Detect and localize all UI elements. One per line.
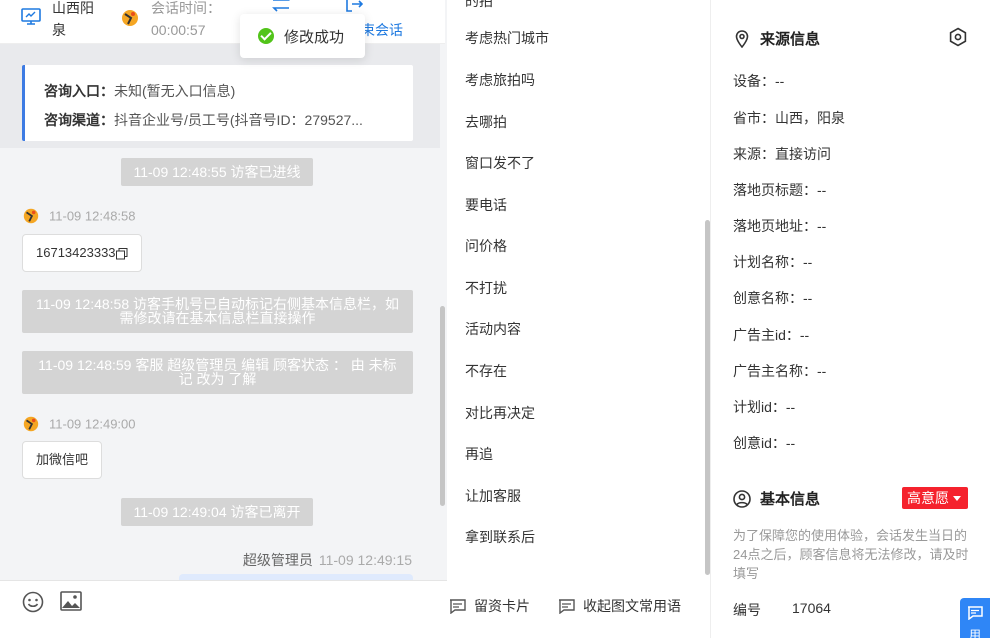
message-icon <box>559 598 575 614</box>
quick-reply-item[interactable]: 再追 <box>465 444 493 464</box>
plan-id-field: 计划id：-- <box>733 399 796 415</box>
consult-info-area: 咨询入口：未知(暂无入口信息) 咨询渠道：抖音企业号/员工号(抖音号ID：279… <box>0 44 440 148</box>
quick-reply-footer: 留资卡片 收起图文常用语 <box>447 580 710 638</box>
consult-info-card: 咨询入口：未知(暂无入口信息) 咨询渠道：抖音企业号/员工号(抖音号ID：279… <box>22 65 413 141</box>
visitor-avatar-icon <box>122 10 138 26</box>
quick-reply-panel: 的拍 考虑热门城市 考虑旅拍吗 去哪拍 窗口发不了 要电话 问价格 不打扰 活动… <box>447 0 711 638</box>
quick-reply-scrollbar[interactable] <box>705 220 710 575</box>
chat-panel: 山西阳泉 会话时间： 00:00:57 束会话 修改成功 咨询入口：未知(暂无入… <box>0 0 447 638</box>
exit-icon[interactable] <box>345 0 363 12</box>
chat-header: 山西阳泉 会话时间： 00:00:57 束会话 <box>0 0 445 44</box>
system-message: 11-09 12:48:55 访客已进线 <box>121 158 313 186</box>
system-message: 11-09 12:48:58 访客手机号已自动标记右侧基本信息栏，如需修改请在基… <box>22 290 413 333</box>
quick-reply-item[interactable]: 不打扰 <box>465 278 507 298</box>
settings-icon[interactable] <box>948 27 968 47</box>
collapse-phrases-button[interactable]: 收起图文常用语 <box>558 596 681 616</box>
location-pin-icon <box>735 29 749 48</box>
user-circle-icon <box>733 489 751 508</box>
consult-channel: 咨询渠道：抖音企业号/员工号(抖音号ID：279527... <box>44 112 363 128</box>
plan-name-field: 计划名称：-- <box>733 254 813 270</box>
visitor-message-bubble[interactable]: 16713423333 <box>22 234 142 272</box>
quick-reply-item[interactable]: 让加客服 <box>465 486 521 506</box>
advertiser-name-field: 广告主名称：-- <box>733 363 827 379</box>
visitor-location: 山西阳泉 <box>52 0 94 38</box>
system-message: 11-09 12:49:04 访客已离开 <box>121 498 313 526</box>
advertiser-id-field: 广告主id：-- <box>733 327 810 343</box>
floating-chat-button[interactable]: 用 <box>960 598 990 638</box>
lead-card-button[interactable]: 留资卡片 <box>449 596 530 616</box>
number-value: 17064 <box>792 600 831 616</box>
transfer-icon[interactable] <box>271 0 291 12</box>
visitor-avatar-icon <box>23 208 39 224</box>
visitor-message-bubble[interactable]: 加微信吧 <box>22 441 103 479</box>
device-field: 设备：-- <box>733 73 785 89</box>
end-session-button[interactable]: 束会话 <box>361 20 403 40</box>
source-field: 来源：直接访问 <box>733 146 831 162</box>
landing-url-field: 落地页地址：-- <box>733 218 827 234</box>
emoji-icon[interactable] <box>22 591 44 613</box>
chat-input-toolbar <box>0 580 447 638</box>
image-icon[interactable] <box>60 591 82 611</box>
toast-message: 修改成功 <box>284 29 345 46</box>
quick-reply-item[interactable]: 不存在 <box>465 361 507 381</box>
visitor-message-meta: 11-09 12:49:00 <box>22 415 136 435</box>
creative-id-field: 创意id：-- <box>733 435 796 451</box>
landing-title-field: 落地页标题：-- <box>733 182 827 198</box>
basic-info-title: 基本信息 <box>733 488 820 509</box>
quick-reply-item[interactable]: 的拍 <box>465 0 493 11</box>
monitor-icon <box>21 8 41 25</box>
quick-reply-item[interactable]: 对比再决定 <box>465 403 535 423</box>
visitor-message-meta: 11-09 12:48:58 <box>22 207 136 227</box>
quick-reply-item[interactable]: 考虑热门城市 <box>465 28 549 48</box>
edit-notice: 为了保障您的使用体验，会话发生当日的24点之后，顾客信息将无法修改，请及时填写 <box>733 528 969 581</box>
province-field: 省市：山西，阳泉 <box>733 110 845 126</box>
quick-reply-item[interactable]: 拿到联系后 <box>465 527 535 547</box>
session-time: 会话时间： 00:00:57 <box>151 0 221 38</box>
quick-reply-item[interactable]: 窗口发不了 <box>465 153 535 173</box>
success-toast: 修改成功 <box>240 14 365 58</box>
number-label: 编号 <box>733 602 761 618</box>
quick-reply-item[interactable]: 活动内容 <box>465 319 521 339</box>
chat-scrollbar[interactable] <box>440 306 445 506</box>
consult-entry: 咨询入口：未知(暂无入口信息) <box>44 83 236 99</box>
system-message: 11-09 12:48:59 客服 超级管理员 编辑 顾客状态 ： 由 未标记 … <box>22 351 413 394</box>
quick-reply-item[interactable]: 考虑旅拍吗 <box>465 70 535 90</box>
copy-icon[interactable] <box>115 247 128 260</box>
agent-message-meta: 超级管理员 11-09 12:49:15 <box>242 552 412 568</box>
quick-reply-item[interactable]: 去哪拍 <box>465 112 507 132</box>
quick-reply-item[interactable]: 问价格 <box>465 236 507 256</box>
floating-button-label: 用 <box>969 628 982 638</box>
success-check-icon <box>258 28 274 44</box>
quick-reply-item[interactable]: 要电话 <box>465 195 507 215</box>
creative-name-field: 创意名称：-- <box>733 290 813 306</box>
chat-messages[interactable]: 咨询入口：未知(暂无入口信息) 咨询渠道：抖音企业号/员工号(抖音号ID：279… <box>0 44 447 580</box>
chat-bubble-icon <box>968 606 983 620</box>
card-icon <box>450 598 466 614</box>
customer-info-panel: 来源信息 设备：-- 省市：山西，阳泉 来源：直接访问 落地页标题：-- 落地页… <box>711 0 990 638</box>
visitor-avatar-icon <box>23 416 39 432</box>
source-info-title: 来源信息 <box>733 28 820 49</box>
intent-level-dropdown[interactable]: 高意愿 <box>902 487 968 509</box>
